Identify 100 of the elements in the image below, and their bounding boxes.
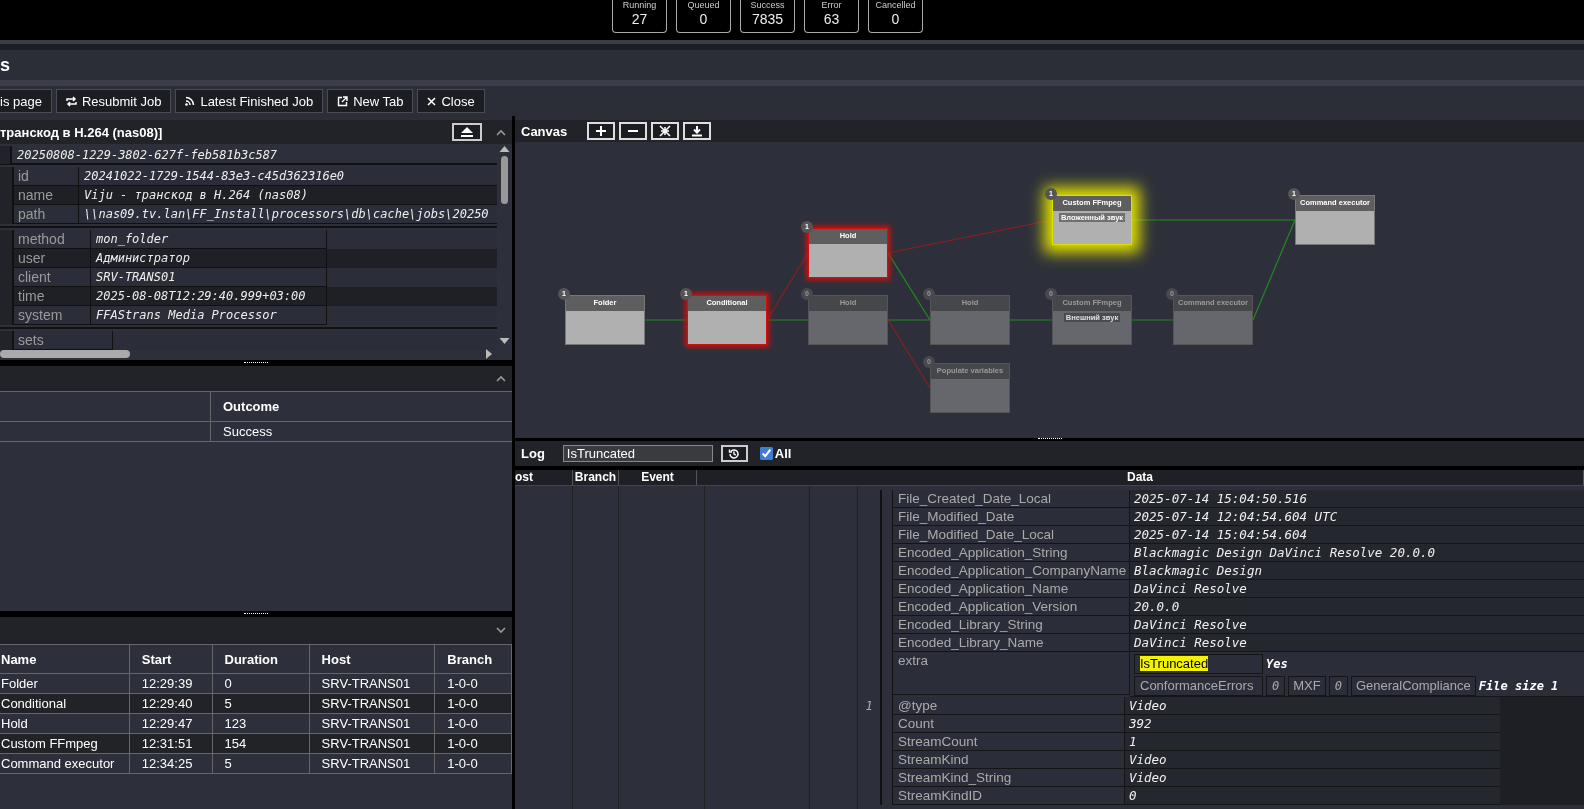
table-cell: 1-0-0 xyxy=(434,713,512,734)
table-cell: SRV-TRANS01 xyxy=(309,673,435,694)
data-key: File_Modified_Date_Local xyxy=(893,526,1130,544)
data-value: 392 xyxy=(1125,715,1500,733)
table-cell: Custom FFmpeg xyxy=(0,733,130,754)
data-key: Encoded_Application_CompanyName xyxy=(893,562,1130,580)
data-value: Video xyxy=(1125,769,1500,787)
fit-icon xyxy=(659,125,672,137)
data-key: File_Modified_Date xyxy=(893,508,1130,526)
table-cell: 1-0-0 xyxy=(434,753,512,774)
log-filter-field[interactable]: IsTruncated xyxy=(562,445,713,462)
table-cell: 12:29:39 xyxy=(129,673,213,694)
history-icon xyxy=(728,447,741,460)
data-value: 20.0.0 xyxy=(1130,598,1584,616)
resize-grip-icon xyxy=(244,361,268,365)
chevron-up-icon[interactable] xyxy=(496,128,506,136)
data-value: Yes xyxy=(1266,656,1289,673)
tree-indent-bar xyxy=(0,331,14,350)
counter-value: 63 xyxy=(823,10,840,28)
data-key: StreamCount xyxy=(893,733,1125,751)
data-key: StreamKind_String xyxy=(893,769,1125,787)
chevron-up-icon[interactable] xyxy=(496,375,506,382)
data-key: Encoded_Library_Name xyxy=(893,634,1130,652)
data-key: MXF xyxy=(1288,676,1326,696)
fit-button[interactable] xyxy=(651,122,680,140)
data-value: Blackmagic Design DaVinci Resolve 20.0.0 xyxy=(1130,544,1584,562)
zoom-out-button[interactable] xyxy=(619,122,648,140)
column-header: Branch xyxy=(434,644,512,674)
all-checkbox[interactable] xyxy=(759,447,773,460)
data-value: Video xyxy=(1125,751,1500,769)
data-key: Encoded_Application_String xyxy=(893,544,1130,562)
toolbar-button[interactable]: is page xyxy=(0,89,52,113)
tree-value: SRV-TRANS01 xyxy=(91,268,327,287)
zoom-in-icon xyxy=(595,125,608,137)
table-cell: Conditional xyxy=(0,693,130,714)
job-title: транскод в H.264 (nas08)] xyxy=(0,124,163,140)
eject-icon xyxy=(461,127,473,137)
row-index: 0 xyxy=(1328,676,1348,696)
counter-label: Cancelled xyxy=(875,0,916,10)
tree-value: mon_folder xyxy=(91,230,327,249)
table-cell: SRV-TRANS01 xyxy=(309,753,435,774)
data-key: extra xyxy=(893,652,1130,695)
eject-button[interactable] xyxy=(452,123,482,141)
data-key: File_Created_Date_Local xyxy=(893,490,1130,508)
table-cell: 12:34:25 xyxy=(129,753,213,774)
close-button[interactable]: Close xyxy=(417,89,485,113)
column-header: Name xyxy=(0,644,130,674)
repeat-icon xyxy=(65,95,77,107)
tree-key: path xyxy=(14,205,79,224)
external-link-icon xyxy=(337,95,349,107)
toolbar-button[interactable]: Latest Finished Job xyxy=(175,89,324,113)
data-key: Encoded_Application_Name xyxy=(893,580,1130,598)
data-value: File size 1 xyxy=(1478,678,1560,695)
panel-title: Canvas xyxy=(521,123,568,139)
tree-value: FFAStrans Media Processor xyxy=(91,306,327,325)
tree-value: 2025-08-08T12:29:40.999+03:00 xyxy=(91,287,327,306)
all-label: All xyxy=(774,446,792,461)
column-header: Branch xyxy=(573,470,619,485)
zoom-in-button[interactable] xyxy=(587,122,616,140)
table-cell: Folder xyxy=(0,673,130,694)
feed-icon xyxy=(185,96,196,106)
table-cell: 12:29:47 xyxy=(129,713,213,734)
data-key: StreamKindID xyxy=(893,787,1125,805)
data-key: Encoded_Application_Version xyxy=(893,598,1130,616)
data-value: DaVinci Resolve xyxy=(1130,634,1584,652)
table-cell: SRV-TRANS01 xyxy=(309,713,435,734)
chevron-down-icon[interactable] xyxy=(496,627,506,634)
close-icon xyxy=(427,96,437,106)
table-cell: Hold xyxy=(0,713,130,734)
data-value: 2025-07-14 15:04:54.604 xyxy=(1130,526,1584,544)
column-header: Duration xyxy=(212,644,310,674)
tree-value: Администратор xyxy=(91,249,327,268)
data-value: 1 xyxy=(1125,733,1500,751)
column-header: Start xyxy=(129,644,213,674)
download-button[interactable] xyxy=(683,122,712,140)
resize-grip-icon xyxy=(244,612,268,616)
column-header: ost xyxy=(515,470,573,485)
toolbar-button[interactable]: New Tab xyxy=(327,89,414,113)
data-key: StreamKind xyxy=(893,751,1125,769)
table-cell: 1-0-0 xyxy=(434,673,512,694)
history-button[interactable] xyxy=(720,445,748,462)
panel-title: Log xyxy=(521,446,545,461)
data-value: Blackmagic Design xyxy=(1130,562,1584,580)
page-title: s xyxy=(0,54,10,76)
counter-label: Running xyxy=(622,0,657,10)
data-value: 0 xyxy=(1125,787,1500,805)
toolbar-button[interactable]: Resubmit Job xyxy=(55,89,172,113)
table-cell: 0 xyxy=(212,673,310,694)
download-icon xyxy=(691,125,704,137)
counter-value: 27 xyxy=(631,10,648,28)
tree-value: 20250808-1229-3802-627f-feb581b3c587 xyxy=(12,146,497,164)
counter-label: Success xyxy=(750,0,785,10)
counter-value: 0 xyxy=(891,10,900,28)
vertical-scrollbar[interactable] xyxy=(498,144,511,346)
column-header: Data xyxy=(697,470,1584,485)
row-index: 1 xyxy=(865,699,873,713)
data-key: IsTruncated xyxy=(1134,654,1263,674)
table-cell: Command executor xyxy=(0,753,130,774)
table-cell: 123 xyxy=(212,713,310,734)
counter-label: Queued xyxy=(687,0,720,10)
